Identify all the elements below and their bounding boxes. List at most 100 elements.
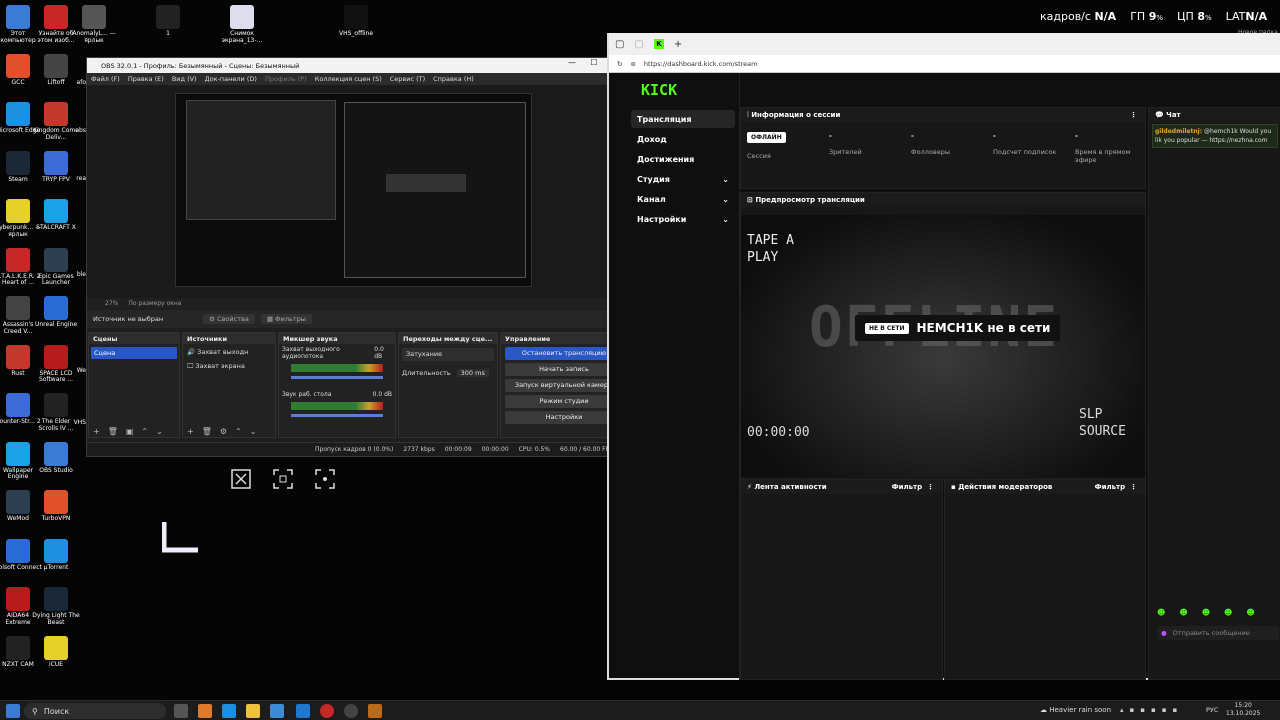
menu-item[interactable]: Вид (V) xyxy=(172,75,197,83)
down-icon[interactable]: ⌄ xyxy=(156,427,163,436)
start-recording-button[interactable]: Начать запись xyxy=(505,363,623,376)
gear-icon[interactable]: ⚙ xyxy=(220,427,227,436)
transition-select[interactable]: Затухание xyxy=(402,348,494,361)
explorer-taskbar-icon[interactable] xyxy=(246,704,260,718)
emote-icon[interactable]: ☻ xyxy=(1157,608,1165,617)
volume-slider[interactable] xyxy=(291,414,383,417)
chat-input[interactable]: ● Отправить сообщение xyxy=(1157,626,1279,640)
desktop-icon[interactable]: Снимок экрана_13-... xyxy=(218,5,266,44)
trash-icon[interactable]: 🗑 xyxy=(202,427,212,436)
add-icon[interactable]: + xyxy=(187,427,194,436)
menu-item[interactable]: Правка (E) xyxy=(128,75,164,83)
desktop-icon[interactable]: SPACE LCD Software ... xyxy=(32,344,80,384)
stop-stream-button[interactable]: Остановить трансляцию xyxy=(505,347,623,360)
zoom-value[interactable]: 27% xyxy=(105,300,118,307)
search-box[interactable]: ⚲ Поиск xyxy=(24,703,166,719)
kick-nav-item[interactable]: Настройки ⌄ xyxy=(631,210,735,228)
emote-icon[interactable]: ☻ xyxy=(1202,608,1210,617)
tray-icons[interactable]: ▴▪▪▪▪▪ xyxy=(1120,706,1183,714)
new-tab-icon[interactable]: + xyxy=(674,39,682,50)
activity-filter[interactable]: Фильтр ⋮ xyxy=(892,483,934,491)
reload-icon[interactable]: ↻ xyxy=(617,60,622,68)
app-icon xyxy=(6,150,30,175)
desktop-icon[interactable]: STALCRAFT X xyxy=(32,199,80,232)
up-icon[interactable]: ⌃ xyxy=(141,427,148,436)
zoom-mode[interactable]: По размеру окна xyxy=(128,300,181,307)
stat-label: Фолловеры xyxy=(911,148,950,156)
language-indicator[interactable]: РУС xyxy=(1206,706,1218,714)
emote-icon[interactable]: ☻ xyxy=(1224,608,1232,617)
emote-icon[interactable]: ☻ xyxy=(1246,608,1254,617)
trash-icon[interactable]: 🗑 xyxy=(108,427,118,436)
desktop-icon[interactable]: AnomalyL... — ярлык xyxy=(70,5,118,44)
filters-button[interactable]: ▦ Фильтры xyxy=(260,314,312,324)
desktop-icon[interactable]: Kingdom Come Deliv... xyxy=(32,102,80,141)
app-icon xyxy=(44,150,68,175)
kick-nav-item[interactable]: Трансляция xyxy=(631,110,735,128)
desktop-icon[interactable]: Epic Games Launcher xyxy=(32,247,80,287)
menu-item[interactable]: Профиль (P) xyxy=(265,75,307,83)
fullscreen-icon[interactable] xyxy=(272,468,294,490)
chat-username[interactable]: gildedmiletnj: xyxy=(1155,128,1202,135)
volume-slider[interactable] xyxy=(291,376,383,379)
tab-actions-icon[interactable]: ▢ xyxy=(615,39,624,50)
settings-button[interactable]: Настройки xyxy=(505,411,623,424)
desktop-icon[interactable]: Dying Light The Beast xyxy=(32,587,80,626)
kick-nav-item[interactable]: Студия ⌄ xyxy=(631,170,735,188)
desktop-icon[interactable]: iCUE xyxy=(32,635,80,669)
app-taskbar-icon[interactable] xyxy=(368,704,382,718)
duration-input[interactable]: 300 ms xyxy=(456,369,489,377)
scene-item[interactable]: Сцена xyxy=(91,347,177,359)
menu-item[interactable]: Файл (F) xyxy=(91,75,120,83)
menu-item[interactable]: Коллекция сцен (S) xyxy=(315,75,382,83)
studio-mode-button[interactable]: Режим студии xyxy=(505,395,623,408)
fps-value: N/A xyxy=(1094,10,1117,23)
add-icon[interactable]: + xyxy=(93,427,100,436)
task-view-icon[interactable] xyxy=(174,704,188,718)
edge-taskbar-icon[interactable] xyxy=(222,704,236,718)
scene-filter-icon[interactable]: ▣ xyxy=(126,427,134,436)
kick-tab-icon[interactable]: K xyxy=(653,39,664,49)
desktop-icon[interactable]: 1 xyxy=(144,5,192,38)
start-icon[interactable] xyxy=(6,704,20,718)
more-icon[interactable]: ⋮ xyxy=(1130,111,1137,119)
minimize-icon[interactable]: — xyxy=(561,58,583,67)
menu-item[interactable]: Справка (H) xyxy=(433,75,474,83)
select-region-icon[interactable] xyxy=(314,468,336,490)
taskbar-app-icon[interactable] xyxy=(198,704,212,718)
site-info-icon[interactable]: ⊜ xyxy=(630,60,635,68)
menu-item[interactable]: Док-панели (D) xyxy=(205,75,257,83)
up-icon[interactable]: ⌃ xyxy=(235,427,242,436)
obs-taskbar-icon[interactable] xyxy=(344,704,358,718)
properties-button[interactable]: ⚙ Свойства xyxy=(203,314,255,324)
tab-icon[interactable]: ▢ xyxy=(634,39,643,50)
weather-widget[interactable]: ☁ Heavier rain soon xyxy=(1040,706,1111,714)
desktop-icon[interactable]: Unreal Engine xyxy=(32,296,80,329)
source-item[interactable]: 🖵 Захват экрана xyxy=(183,360,275,373)
kick-nav-item[interactable]: Достижения xyxy=(631,150,735,168)
app-taskbar-icon[interactable] xyxy=(320,704,334,718)
kick-logo[interactable]: KICK xyxy=(641,81,677,99)
address-bar[interactable]: ↻ ⊜ https://dashboard.kick.com/stream xyxy=(609,55,1280,73)
desktop-icon[interactable]: OBS Studio xyxy=(32,441,80,475)
menu-item[interactable]: Сервис (T) xyxy=(390,75,425,83)
maximize-icon[interactable]: ☐ xyxy=(583,58,605,67)
virtual-camera-button[interactable]: Запуск виртуальной камеры xyxy=(505,379,623,392)
kick-nav-item[interactable]: Канал ⌄ xyxy=(631,190,735,208)
clock[interactable]: 15:20 13.10.2025 xyxy=(1226,702,1260,719)
url-text[interactable]: https://dashboard.kick.com/stream xyxy=(644,60,758,68)
store-taskbar-icon[interactable] xyxy=(270,704,284,718)
obs-preview[interactable] xyxy=(87,85,627,298)
emote-icon[interactable]: ☻ xyxy=(1179,608,1187,617)
app-icon xyxy=(44,5,68,29)
close-square-icon[interactable] xyxy=(230,468,252,490)
obs-titlebar[interactable]: OBS 32.0.1 - Профиль: Безымянный - Сцены… xyxy=(87,58,627,73)
kick-nav-item[interactable]: Доход xyxy=(631,130,735,148)
desktop-icon[interactable]: VHS_offline xyxy=(332,5,380,38)
outlook-taskbar-icon[interactable] xyxy=(296,704,310,718)
down-icon[interactable]: ⌄ xyxy=(250,427,257,436)
mod-filter[interactable]: Фильтр ⋮ xyxy=(1095,483,1137,491)
source-item[interactable]: 🔊 Захват выходн xyxy=(183,344,275,360)
desktop-icon[interactable]: µTorrent xyxy=(32,538,80,572)
desktop-icon[interactable]: TurboVPN xyxy=(32,490,80,523)
